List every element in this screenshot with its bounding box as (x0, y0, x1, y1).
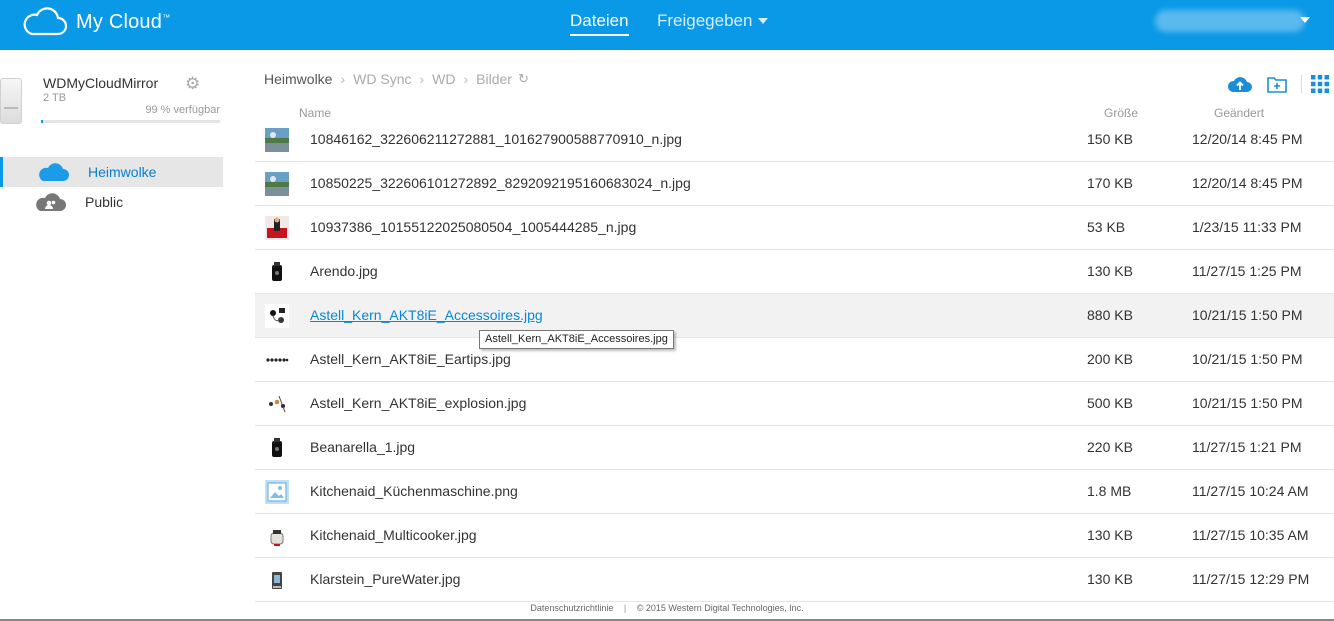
file-thumbnail-icon (265, 524, 289, 548)
file-name[interactable]: Beanarella_1.jpg (310, 439, 415, 455)
file-modified-date: 12/20/14 8:45 PM (1192, 131, 1303, 147)
file-size: 1.8 MB (1087, 483, 1132, 499)
file-row[interactable]: Kitchenaid_Multicooker.jpg 130 KB 11/27/15… (255, 514, 1334, 558)
file-modified-date: 10/21/15 1:50 PM (1192, 395, 1303, 411)
file-thumbnail-icon (265, 128, 289, 152)
chevron-down-icon (758, 18, 769, 24)
file-row[interactable]: Arendo.jpg 130 KB 11/27/15 1:25 PM (255, 250, 1334, 294)
nav-files-tab[interactable]: Dateien (570, 11, 629, 36)
file-name[interactable]: 10846162_322606211272881_101627900588770… (310, 131, 682, 147)
storage-usage-bar (41, 120, 220, 123)
file-thumbnail-icon (265, 348, 289, 372)
chevron-right-icon: › (419, 71, 425, 87)
user-menu-chevron-icon[interactable] (1300, 17, 1310, 23)
nav-shared-label: Freigegeben (657, 11, 753, 30)
privacy-link[interactable]: Datenschutzrichtlinie (530, 603, 613, 613)
file-list: 10846162_322606211272881_101627900588770… (255, 118, 1334, 602)
footer-separator: | (623, 603, 627, 613)
file-thumbnail-icon (265, 304, 289, 328)
file-name[interactable]: 10850225_322606101272892_829209219516068… (310, 175, 691, 191)
file-name[interactable]: Klarstein_PureWater.jpg (310, 571, 460, 587)
file-modified-date: 11/27/15 1:21 PM (1192, 439, 1302, 455)
footer: Datenschutzrichtlinie | © 2015 Western D… (0, 603, 1334, 613)
filename-tooltip: Astell_Kern_AKT8iE_Accessoires.jpg (479, 330, 674, 349)
file-modified-date: 12/20/14 8:45 PM (1192, 175, 1303, 191)
chevron-right-icon: › (340, 71, 346, 87)
file-size: 53 KB (1087, 219, 1126, 235)
file-row[interactable]: 10846162_322606211272881_101627900588770… (255, 118, 1334, 162)
file-modified-date: 1/23/15 11:33 PM (1192, 219, 1302, 235)
user-menu[interactable] (1155, 10, 1305, 32)
file-modified-date: 11/27/15 12:29 PM (1192, 571, 1310, 587)
toolbar-divider (1301, 75, 1302, 93)
breadcrumb-item[interactable]: Heimwolke (264, 71, 332, 87)
file-size: 130 KB (1087, 571, 1133, 587)
logo-text: My Cloud™ (76, 10, 171, 33)
upload-icon[interactable] (1227, 74, 1253, 94)
storage-usage-tip (41, 120, 43, 123)
file-size: 130 KB (1087, 527, 1133, 543)
file-size: 130 KB (1087, 263, 1133, 279)
file-name[interactable]: Astell_Kern_AKT8iE_Accessoires.jpg (310, 307, 543, 323)
my-cloud-logo[interactable]: My Cloud™ (20, 6, 170, 38)
file-thumbnail-icon (265, 392, 289, 416)
top-bar: My Cloud™ Dateien Freigegeben (0, 0, 1334, 50)
cloud-icon (39, 163, 69, 181)
file-size: 170 KB (1087, 175, 1133, 191)
file-size: 880 KB (1087, 307, 1133, 323)
file-size: 200 KB (1087, 351, 1133, 367)
sidebar-item-public[interactable]: Public (0, 187, 223, 217)
file-modified-date: 10/21/15 1:50 PM (1192, 351, 1303, 367)
file-modified-date: 11/27/15 10:24 AM (1192, 483, 1309, 499)
file-row[interactable]: Kitchenaid_Küchenmaschine.png 1.8 MB 11/27… (255, 470, 1334, 514)
file-name[interactable]: Astell_Kern_AKT8iE_explosion.jpg (310, 395, 526, 411)
file-row[interactable]: Klarstein_PureWater.jpg 130 KB 11/27/15 12… (255, 558, 1334, 602)
file-thumbnail-icon (265, 172, 289, 196)
breadcrumb-item[interactable]: WD Sync (353, 71, 411, 87)
device-name: WDMyCloudMirror (43, 75, 159, 91)
file-row[interactable]: Beanarella_1.jpg 220 KB 11/27/15 1:21 PM (255, 426, 1334, 470)
file-modified-date: 10/21/15 1:50 PM (1192, 307, 1303, 323)
sidebar-item-label: Public (85, 194, 124, 210)
file-name[interactable]: Kitchenaid_Multicooker.jpg (310, 527, 477, 543)
file-thumbnail-icon (265, 436, 289, 460)
file-name[interactable]: Astell_Kern_AKT8iE_Eartips.jpg (310, 351, 511, 367)
file-modified-date: 11/27/15 1:25 PM (1192, 263, 1302, 279)
file-thumbnail-icon (265, 480, 289, 504)
nav-shared-tab[interactable]: Freigegeben (657, 11, 769, 31)
file-toolbar (1227, 74, 1334, 94)
shared-cloud-icon (36, 193, 66, 211)
device-capacity: 2 TB (43, 92, 67, 104)
file-row[interactable]: 10937386_10155122025080504_1005444285_n.… (255, 206, 1334, 250)
file-row[interactable]: 10850225_322606101272892_829209219516068… (255, 162, 1334, 206)
file-thumbnail-icon (265, 260, 289, 284)
new-folder-icon[interactable] (1267, 75, 1287, 93)
file-thumbnail-icon (265, 568, 289, 592)
gear-icon[interactable]: ⚙ (185, 74, 200, 94)
file-size: 500 KB (1087, 395, 1133, 411)
sidebar-item-label: Heimwolke (88, 164, 157, 180)
breadcrumb-item[interactable]: WD (432, 71, 455, 87)
breadcrumb-item[interactable]: Bilder (476, 71, 512, 87)
file-thumbnail-icon (265, 216, 289, 240)
file-row[interactable]: Astell_Kern_AKT8iE_Eartips.jpg 200 KB 10/2… (255, 338, 1334, 382)
file-size: 220 KB (1087, 439, 1133, 455)
refresh-icon[interactable]: ↻ (518, 71, 529, 87)
sidebar-item-heimwolke[interactable]: Heimwolke (0, 157, 223, 187)
copyright-text: © 2015 Western Digital Technologies, Inc… (636, 603, 804, 613)
grid-view-icon[interactable] (1311, 75, 1329, 93)
cloud-logo-icon (23, 7, 68, 36)
file-modified-date: 11/27/15 10:35 AM (1192, 527, 1309, 543)
breadcrumb: Heimwolke › WD Sync › WD › Bilder ↻ (264, 71, 529, 87)
file-row[interactable]: Astell_Kern_AKT8iE_Accessoires.jpg 880 KB… (255, 294, 1334, 338)
nas-device-icon (0, 78, 22, 124)
device-free-space: 99 % verfügbar (145, 104, 220, 116)
file-size: 150 KB (1087, 131, 1133, 147)
file-name[interactable]: 10937386_10155122025080504_1005444285_n.… (310, 219, 636, 235)
file-row[interactable]: Astell_Kern_AKT8iE_explosion.jpg 500 KB 10… (255, 382, 1334, 426)
file-name[interactable]: Arendo.jpg (310, 263, 378, 279)
chevron-right-icon: › (463, 71, 469, 87)
file-name[interactable]: Kitchenaid_Küchenmaschine.png (310, 483, 518, 499)
